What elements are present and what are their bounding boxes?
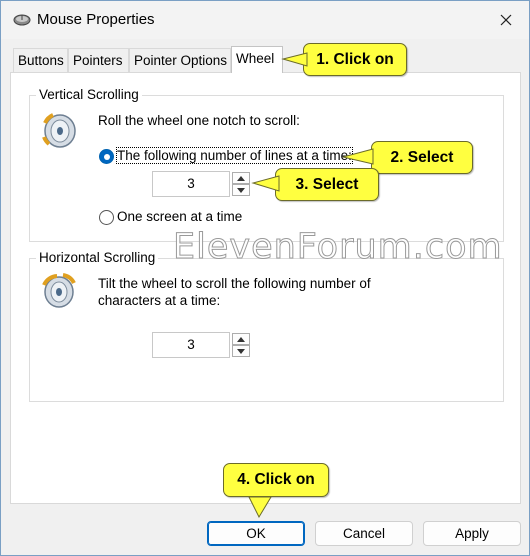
ok-button[interactable]: OK [207,521,305,546]
close-button[interactable] [483,1,529,39]
scroll-wheel-vertical-icon [42,113,76,148]
tab-pointer-options[interactable]: Pointer Options [129,48,231,72]
vertical-lines-input[interactable]: 3 [152,171,230,197]
vertical-lines-down-button[interactable] [232,184,250,196]
window-title: Mouse Properties [37,11,155,28]
tab-pointers[interactable]: Pointers [68,48,129,72]
wheel-tab-panel: Vertical Scrolling Roll the wheel one no… [10,72,521,504]
chevron-up-icon [237,175,245,181]
callout-step-4: 4. Click on [223,463,329,497]
callout-step-3: 3. Select [275,168,379,201]
mouse-icon [13,14,31,26]
callout-1-pointer [281,52,308,67]
lines-at-a-time-radio[interactable] [99,149,114,164]
apply-button[interactable]: Apply [423,521,521,546]
tab-buttons[interactable]: Buttons [13,48,68,72]
title-bar: Mouse Properties [1,1,529,39]
callout-2-pointer [342,148,374,165]
horizontal-description: Tilt the wheel to scroll the following n… [98,276,371,308]
callout-4-pointer [248,496,272,519]
tab-wheel[interactable]: Wheel [231,46,283,73]
watermark: ElevenForum.com [173,227,503,268]
callout-step-2: 2. Select [371,141,473,174]
callout-step-1: 1. Click on [303,43,407,76]
horizontal-chars-down-button[interactable] [232,345,250,357]
vertical-lines-up-button[interactable] [232,172,250,184]
horizontal-chars-up-button[interactable] [232,333,250,345]
vertical-description: Roll the wheel one notch to scroll: [98,113,300,128]
chevron-up-icon [237,336,245,342]
one-screen-label[interactable]: One screen at a time [117,209,242,224]
chevron-down-icon [237,348,245,354]
lines-at-a-time-label[interactable]: The following number of lines at a time: [116,147,353,164]
mouse-properties-window: Mouse Properties Buttons Pointers Pointe… [0,0,530,556]
vertical-scrolling-legend: Vertical Scrolling [36,87,142,102]
chevron-down-icon [237,187,245,193]
horizontal-chars-input[interactable]: 3 [152,332,230,358]
one-screen-radio[interactable] [99,210,114,225]
close-icon [500,14,512,26]
callout-3-pointer [251,175,280,192]
cancel-button[interactable]: Cancel [315,521,413,546]
scroll-wheel-horizontal-icon [42,273,76,308]
horizontal-scrolling-legend: Horizontal Scrolling [36,250,159,265]
